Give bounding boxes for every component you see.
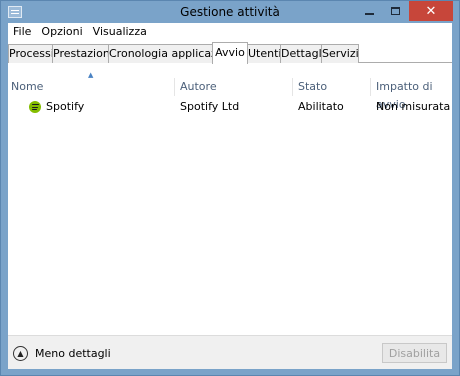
close-icon: ✕ [425,3,437,19]
menu-bar: File Opzioni Visualizza [8,23,152,41]
menu-file[interactable]: File [8,23,36,41]
maximize-button[interactable] [382,1,408,21]
startup-table: ▲ Nome Autore Stato Impatto di avvio Spo… [8,64,452,334]
row-impact: Non misurata [376,100,451,113]
tab-services[interactable]: Servizi [321,44,359,63]
task-manager-window: Gestione attività ✕ File Opzioni Visuali… [0,0,460,376]
row-status: Abilitato [298,100,344,113]
column-separator[interactable] [292,78,293,96]
minimize-icon [364,13,374,15]
minimize-button[interactable] [356,1,382,21]
footer-bar: ▲ Meno dettagli Disabilita [8,336,452,369]
table-header: Nome Autore Stato Impatto di avvio [8,78,452,111]
column-header-impact[interactable]: Impatto di avvio [376,78,452,111]
menu-view[interactable]: Visualizza [88,23,152,41]
close-button[interactable]: ✕ [409,1,453,21]
tab-strip: Processi Prestazioni Cronologia applicaz… [8,42,452,64]
column-header-author[interactable]: Autore [180,78,217,96]
row-author: Spotify Ltd [180,100,240,113]
column-header-status[interactable]: Stato [298,78,327,96]
row-name: Spotify [46,100,85,113]
tab-startup[interactable]: Avvio [212,42,248,64]
title-bar[interactable]: Gestione attività ✕ [1,1,459,23]
less-details-button[interactable]: ▲ Meno dettagli [13,345,111,361]
table-row[interactable]: Spotify Spotify Ltd Abilitato Non misura… [8,98,452,116]
tab-details[interactable]: Dettagli [280,44,325,63]
column-header-name[interactable]: Nome [11,78,43,96]
maximize-icon [390,7,400,15]
disable-button[interactable]: Disabilita [382,343,447,363]
client-area: File Opzioni Visualizza Processi Prestaz… [8,23,452,369]
tab-performance[interactable]: Prestazioni [52,44,113,63]
menu-options[interactable]: Opzioni [36,23,87,41]
chevron-up-circle-icon: ▲ [13,345,28,361]
tab-users[interactable]: Utenti [247,44,281,63]
column-separator[interactable] [370,78,371,96]
tab-app-history[interactable]: Cronologia applicazioni [108,44,237,63]
tab-processes[interactable]: Processi [8,44,54,63]
spotify-icon [29,101,41,113]
less-details-label: Meno dettagli [35,346,111,360]
column-separator[interactable] [174,78,175,96]
